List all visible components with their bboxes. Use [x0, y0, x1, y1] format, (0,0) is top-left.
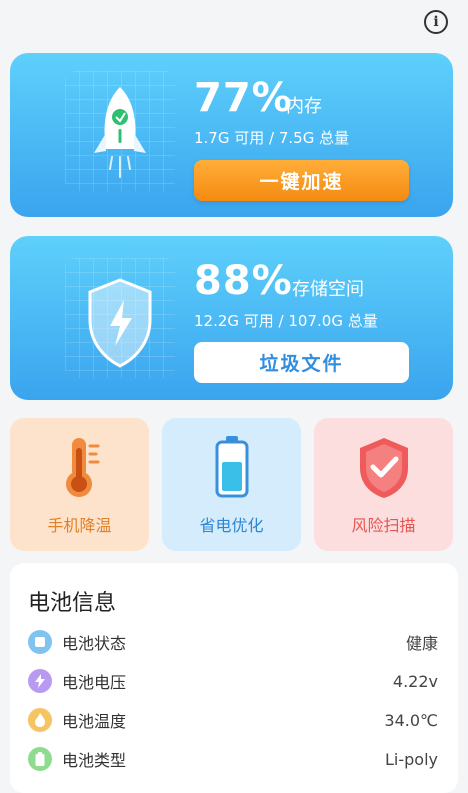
- thermometer-icon: [50, 434, 110, 500]
- bolt-icon: [28, 669, 52, 693]
- battery-info-title: 电池信息: [28, 591, 117, 616]
- tile-label: 手机降温: [47, 516, 112, 535]
- row-label: 电池电压: [62, 673, 127, 692]
- info-icon[interactable]: i: [424, 10, 448, 34]
- rocket-icon: [80, 83, 160, 193]
- storage-label: 存储空间: [292, 279, 364, 300]
- battery-info-panel: 电池信息 电池状态 健康 电池电压 4.22v 电池温度 34.0℃ 电池类型 …: [10, 563, 458, 793]
- memory-percent: 77%: [194, 75, 293, 121]
- junk-files-button[interactable]: 垃圾文件: [194, 342, 409, 383]
- tile-label: 省电优化: [199, 516, 264, 535]
- storage-card: 88% 存储空间 12.2G 可用 / 107.0G 总量 垃圾文件: [10, 236, 453, 400]
- battery-type-icon: [28, 747, 52, 771]
- battery-type-row: 电池类型 Li-poly: [28, 746, 438, 772]
- phone-cooling-tile[interactable]: 手机降温: [10, 418, 149, 551]
- boost-button[interactable]: 一键加速: [194, 160, 409, 201]
- row-label: 电池类型: [62, 751, 127, 770]
- shield-check-icon: [354, 434, 414, 500]
- memory-label: 内存: [286, 96, 322, 117]
- storage-detail: 12.2G 可用 / 107.0G 总量: [194, 312, 378, 330]
- battery-voltage-row: 电池电压 4.22v: [28, 668, 438, 694]
- row-value: 4.22v: [392, 671, 438, 691]
- flame-icon: [28, 708, 52, 732]
- status-icon: [28, 630, 52, 654]
- row-label: 电池温度: [62, 712, 127, 731]
- row-value: Li-poly: [385, 749, 438, 769]
- row-value: 健康: [405, 634, 438, 653]
- power-saving-tile[interactable]: 省电优化: [162, 418, 301, 551]
- shield-bolt-icon: [80, 274, 160, 384]
- battery-temperature-row: 电池温度 34.0℃: [28, 707, 438, 733]
- battery-status-row: 电池状态 健康: [28, 629, 438, 655]
- battery-icon: [202, 434, 262, 500]
- risk-scan-tile[interactable]: 风险扫描: [314, 418, 453, 551]
- memory-detail: 1.7G 可用 / 7.5G 总量: [194, 129, 350, 147]
- tile-label: 风险扫描: [351, 516, 416, 535]
- memory-card: 77% 内存 1.7G 可用 / 7.5G 总量 一键加速: [10, 53, 453, 217]
- storage-percent: 88%: [194, 258, 293, 304]
- row-label: 电池状态: [62, 634, 127, 653]
- row-value: 34.0℃: [384, 710, 438, 730]
